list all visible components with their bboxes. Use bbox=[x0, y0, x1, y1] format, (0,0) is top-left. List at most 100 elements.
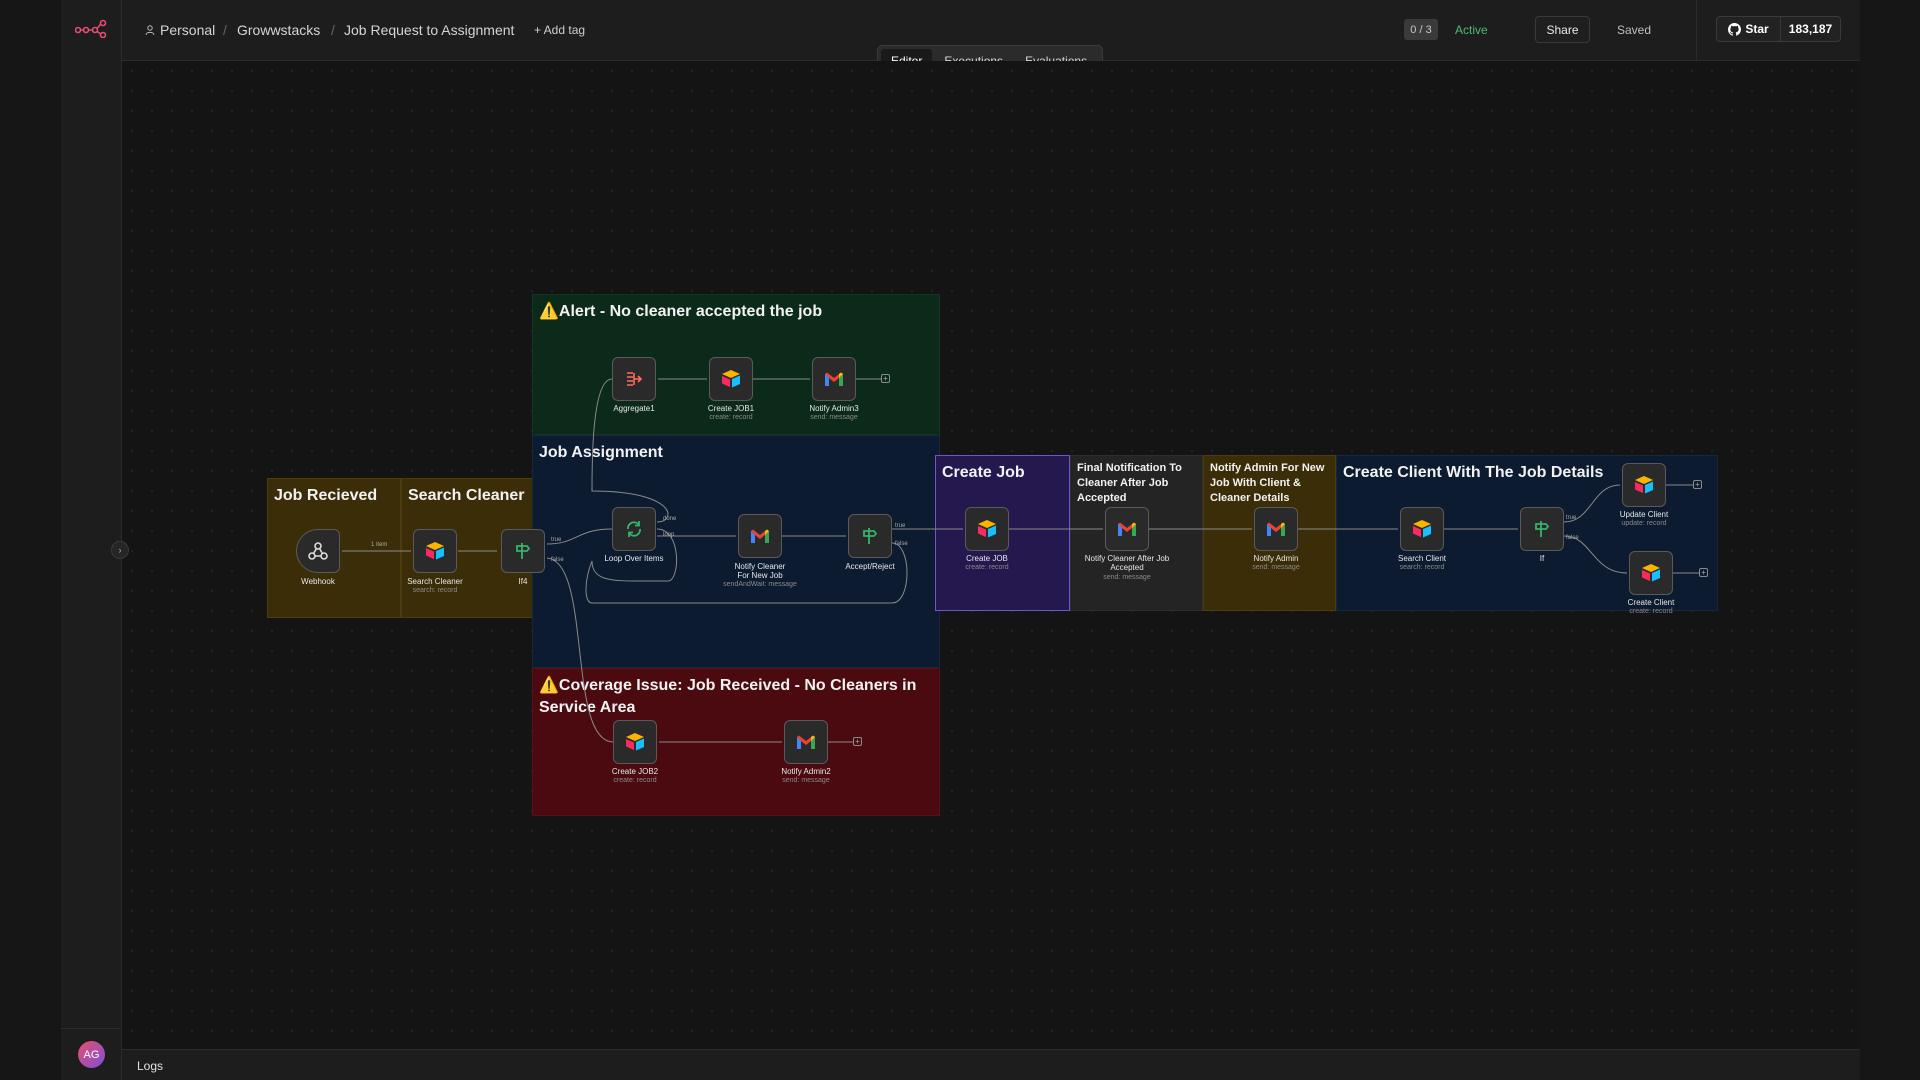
edge-label: false bbox=[895, 541, 908, 547]
node-label: If bbox=[1539, 554, 1545, 563]
webhook-icon bbox=[308, 542, 328, 560]
add-tag-button[interactable]: + Add tag bbox=[534, 23, 585, 37]
node-if[interactable] bbox=[1520, 507, 1564, 551]
node-create-job1[interactable] bbox=[709, 357, 753, 401]
airtable-icon bbox=[426, 542, 444, 560]
gmail-icon bbox=[1267, 522, 1285, 536]
node-subtitle: search: record bbox=[1399, 564, 1445, 571]
node-label: Create JOB bbox=[966, 554, 1008, 563]
add-node-plus-icon[interactable]: + bbox=[1693, 480, 1702, 489]
node-notify-admin2[interactable] bbox=[784, 720, 828, 764]
node-create-client[interactable] bbox=[1629, 551, 1673, 595]
edge-label: false bbox=[551, 557, 564, 563]
gmail-icon bbox=[1118, 522, 1136, 536]
github-star-label: Star bbox=[1745, 22, 1769, 36]
node-label: Create JOB2 bbox=[611, 767, 659, 776]
node-subtitle: send: message bbox=[1252, 564, 1300, 571]
main-sidebar: AG bbox=[61, 0, 122, 1080]
logs-label[interactable]: Logs bbox=[137, 1059, 163, 1073]
sidebar-divider bbox=[61, 1028, 122, 1029]
n8n-logo-icon[interactable] bbox=[75, 18, 107, 38]
node-subtitle: send: message bbox=[810, 414, 858, 421]
add-node-plus-icon[interactable]: + bbox=[1699, 568, 1708, 577]
topbar-divider bbox=[1696, 0, 1697, 61]
node-subtitle: create: record bbox=[709, 414, 753, 421]
node-accept-reject[interactable] bbox=[848, 514, 892, 558]
node-subtitle: sendAndWait: message bbox=[723, 581, 797, 588]
breadcrumb-personal[interactable]: Personal bbox=[160, 22, 215, 38]
node-label: Accept/Reject bbox=[845, 562, 895, 571]
node-label: Create JOB1 bbox=[707, 404, 755, 413]
node-label: Notify Cleaner After Job Accepted bbox=[1084, 554, 1170, 572]
node-subtitle: search: record bbox=[412, 587, 458, 594]
node-notify-cleaner[interactable] bbox=[738, 514, 782, 558]
airtable-icon bbox=[1642, 564, 1660, 582]
node-label: Create Client bbox=[1627, 598, 1675, 607]
airtable-icon bbox=[1635, 476, 1653, 494]
node-create-job2[interactable] bbox=[613, 720, 657, 764]
node-create-job[interactable] bbox=[965, 507, 1009, 551]
node-notify-cleaner-after[interactable] bbox=[1105, 507, 1149, 551]
if-signpost-icon bbox=[1535, 521, 1550, 537]
share-button[interactable]: Share bbox=[1535, 16, 1590, 43]
logs-panel[interactable]: Logs bbox=[122, 1049, 1860, 1080]
breadcrumb-project[interactable]: Growwstacks bbox=[237, 22, 320, 38]
if-signpost-icon bbox=[516, 543, 531, 559]
airtable-icon bbox=[722, 370, 740, 388]
node-label: Update Client bbox=[1619, 510, 1669, 519]
saved-status: Saved bbox=[1617, 23, 1652, 37]
github-star-count: 183,187 bbox=[1788, 22, 1833, 36]
gmail-icon bbox=[751, 529, 769, 543]
airtable-icon bbox=[1413, 520, 1431, 538]
node-aggregate1[interactable] bbox=[612, 357, 656, 401]
evaluation-counter: 0 / 3 bbox=[1404, 19, 1438, 40]
edge-label: true bbox=[895, 523, 906, 529]
node-notify-admin[interactable] bbox=[1254, 507, 1298, 551]
github-star[interactable]: Star bbox=[1717, 17, 1781, 41]
gmail-icon bbox=[825, 372, 843, 386]
left-gutter bbox=[0, 0, 61, 1080]
user-icon bbox=[145, 25, 155, 35]
node-label: Notify Admin3 bbox=[809, 404, 859, 413]
node-subtitle: create: record bbox=[965, 564, 1009, 571]
node-subtitle: send: message bbox=[1103, 574, 1151, 581]
node-label: Notify Admin bbox=[1253, 554, 1299, 563]
node-loop-over-items[interactable] bbox=[612, 507, 656, 551]
node-label: Loop Over Items bbox=[604, 554, 664, 563]
if-signpost-icon bbox=[863, 528, 878, 544]
breadcrumb-separator: / bbox=[331, 22, 335, 38]
edge-label: true bbox=[1566, 515, 1577, 521]
node-update-client[interactable] bbox=[1622, 463, 1666, 507]
user-avatar[interactable]: AG bbox=[78, 1041, 105, 1068]
expand-sidebar-button[interactable]: › bbox=[111, 541, 129, 559]
node-subtitle: create: record bbox=[613, 777, 657, 784]
airtable-icon bbox=[626, 733, 644, 751]
edge-label: done bbox=[663, 516, 677, 522]
node-label: If4 bbox=[518, 577, 528, 586]
node-notify-admin3[interactable] bbox=[812, 357, 856, 401]
node-subtitle: send: message bbox=[782, 777, 830, 784]
add-node-plus-icon[interactable]: + bbox=[853, 737, 862, 746]
n8n-app: AG Personal / Growwstacks / Job Request … bbox=[0, 0, 1920, 1080]
node-subtitle: create: record bbox=[1629, 608, 1673, 615]
node-webhook[interactable] bbox=[296, 529, 340, 573]
node-label: Notify Cleaner For New Job bbox=[734, 562, 786, 580]
edge-label: false bbox=[1566, 535, 1579, 541]
github-icon bbox=[1728, 22, 1742, 36]
node-label: Notify Admin2 bbox=[781, 767, 831, 776]
node-label: Search Client bbox=[1397, 554, 1447, 563]
workflow-canvas[interactable]: Job Recieved Search Cleaner ⚠️Alert - No… bbox=[122, 61, 1860, 1049]
breadcrumb-separator: / bbox=[223, 22, 227, 38]
node-if4[interactable] bbox=[501, 529, 545, 573]
node-search-client[interactable] bbox=[1400, 507, 1444, 551]
aggregate-icon bbox=[627, 372, 643, 386]
edge-label: true bbox=[551, 537, 562, 543]
add-node-plus-icon[interactable]: + bbox=[881, 374, 890, 383]
node-search-cleaner[interactable] bbox=[413, 529, 457, 573]
edge-label: 1 item bbox=[371, 542, 388, 548]
active-status[interactable]: Active bbox=[1455, 23, 1488, 37]
right-gutter bbox=[1860, 0, 1920, 1080]
gmail-icon bbox=[797, 735, 815, 749]
workflow-name[interactable]: Job Request to Assignment bbox=[344, 22, 514, 38]
github-star-button[interactable]: Star 183,187 bbox=[1716, 16, 1841, 42]
